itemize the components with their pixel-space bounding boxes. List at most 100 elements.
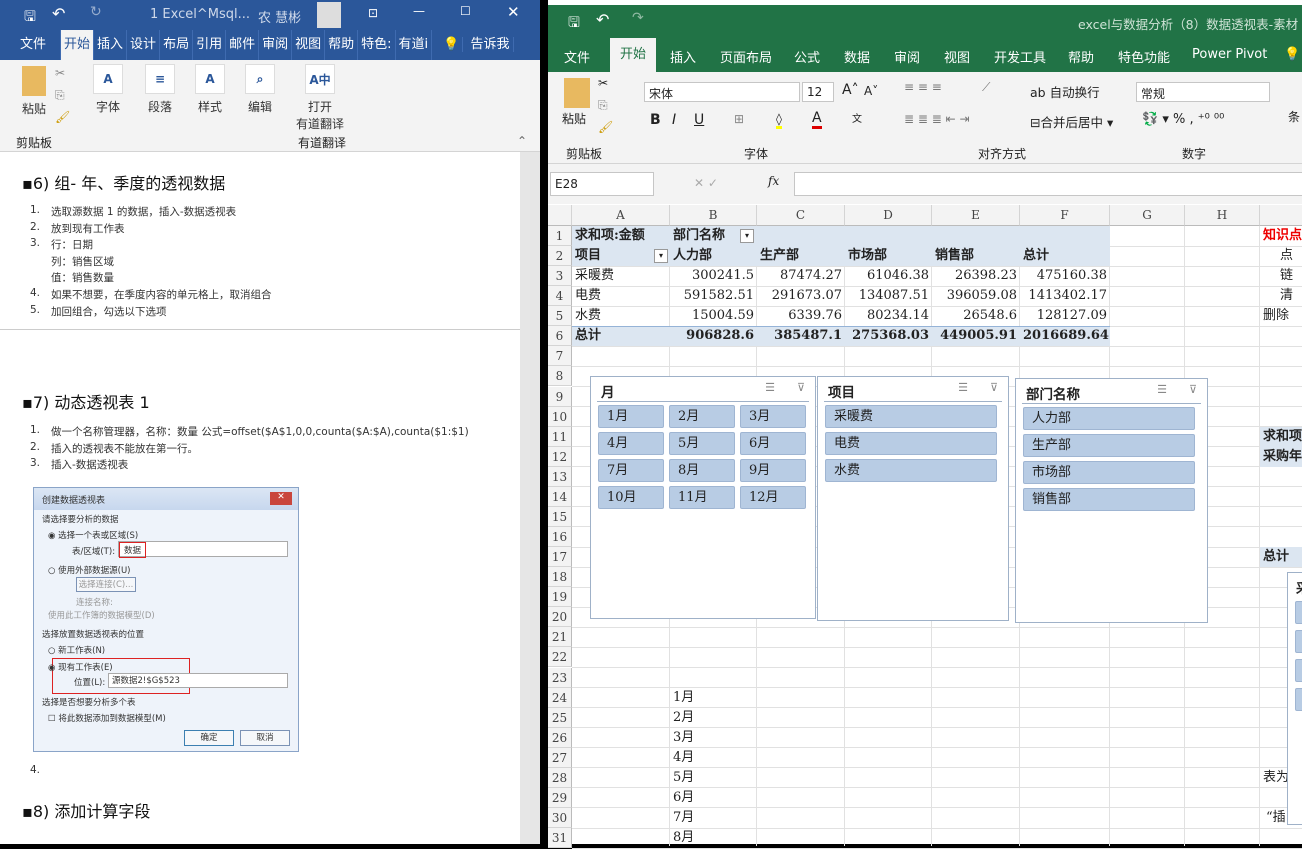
tab-insert[interactable]: 插入 (670, 47, 696, 66)
font-color-icon[interactable]: A (812, 110, 822, 129)
slicer-item[interactable]: 3月 (740, 405, 806, 428)
align-left-icon[interactable]: ≣ ≣ ≣ ⇤ ⇥ (904, 112, 970, 126)
slicer-item[interactable]: 5月 (669, 432, 735, 455)
cut-icon[interactable]: ✂ (598, 76, 608, 90)
slicer-item[interactable]: 7月 (598, 459, 664, 482)
slicer-month[interactable]: 月 ☰ ⊽ 1月 2月 3月 4月 5月 6月 7月 8月 9月 10月 11月 12月 (590, 376, 816, 619)
row-header[interactable]: 3 (548, 266, 572, 287)
slicer-item[interactable] (1295, 601, 1302, 624)
align-top-icon[interactable]: ≡ ≡ ≡ (904, 80, 942, 94)
month-cell[interactable]: 6月 (670, 788, 757, 808)
column-header[interactable]: C (757, 205, 845, 226)
tab-file[interactable]: 文件 (0, 30, 62, 60)
pivot-value-cell[interactable]: 396059.08 (932, 286, 1020, 306)
row-header[interactable]: 7 (548, 346, 572, 367)
slicer-item[interactable]: 销售部 (1023, 488, 1195, 511)
ribbon-display-icon[interactable]: ⊡ (368, 6, 378, 20)
pivot-value-cell[interactable]: 128127.09 (1020, 306, 1110, 326)
slicer-item[interactable]: 12月 (740, 486, 806, 509)
sidebar-note-cell[interactable]: 清 (1260, 286, 1302, 306)
pivot-value-label[interactable]: 求和项:金额 (572, 226, 670, 246)
row-header[interactable]: 2 (548, 246, 572, 267)
word-scrollbar[interactable] (520, 152, 540, 844)
slicer-partial[interactable]: 采 (1287, 572, 1302, 825)
tab-references[interactable]: 引用 (193, 30, 227, 60)
sidebar-note-cell[interactable]: 点 (1260, 246, 1302, 266)
pivot-row-label[interactable]: 电费 (572, 286, 670, 306)
slicer-item[interactable]: 水费 (825, 459, 997, 482)
row-header[interactable]: 24 (548, 687, 572, 708)
sidebar-note-cell[interactable]: 知识点 (1260, 226, 1302, 246)
tab-page-layout[interactable]: 页面布局 (720, 47, 772, 66)
row-header[interactable]: 4 (548, 286, 572, 307)
row-header[interactable]: 26 (548, 727, 572, 748)
font-name-select[interactable]: 宋体 (644, 82, 800, 102)
slicer-item[interactable]: 人力部 (1023, 407, 1195, 430)
tab-review[interactable]: 审阅 (894, 47, 920, 66)
pivot-value-cell[interactable]: 61046.38 (845, 266, 932, 286)
column-header[interactable]: F (1020, 205, 1110, 226)
pivot-total-cell[interactable]: 275368.03 (845, 326, 932, 346)
slicer-item[interactable]: 6月 (740, 432, 806, 455)
slicer-item[interactable]: 9月 (740, 459, 806, 482)
slicer-item[interactable] (1295, 630, 1302, 653)
slicer-item[interactable] (1295, 659, 1302, 682)
multi-select-icon[interactable]: ☰ (765, 381, 775, 394)
number-format-select[interactable]: 常规 (1136, 82, 1270, 102)
pivot-value-cell[interactable]: 15004.59 (670, 306, 757, 326)
clear-filter-icon[interactable]: ⊽ (797, 381, 805, 394)
slicer-item[interactable]: 11月 (669, 486, 735, 509)
month-cell[interactable]: 8月 (670, 828, 757, 848)
number-format-icons[interactable]: 💱 ▾ % , ⁺⁰ ⁰⁰ (1142, 112, 1224, 127)
sidebar-note-cell[interactable]: 求和项 (1260, 426, 1302, 447)
row-header[interactable]: 22 (548, 647, 572, 668)
styles-button[interactable]: A 样式 (190, 64, 230, 115)
column-header[interactable]: A (572, 205, 670, 226)
row-header[interactable]: 13 (548, 466, 572, 487)
row-header[interactable]: 11 (548, 426, 572, 447)
paste-button[interactable]: 粘贴 (562, 110, 586, 127)
font-button[interactable]: A 字体 (88, 64, 128, 115)
month-cell[interactable]: 2月 (670, 708, 757, 728)
tell-me[interactable]: 💡 告诉我 (432, 30, 516, 60)
sidebar-note-cell[interactable]: 删除 (1260, 306, 1302, 326)
tab-file[interactable]: 文件 (564, 47, 590, 66)
decrease-font-icon[interactable]: A˅ (864, 84, 878, 98)
row-header[interactable]: 29 (548, 787, 572, 808)
row-header[interactable]: 14 (548, 486, 572, 507)
row-header[interactable]: 20 (548, 607, 572, 628)
row-header[interactable]: 1 (548, 226, 572, 246)
row-header[interactable]: 6 (548, 326, 572, 347)
sidebar-note-cell[interactable]: 采购年 (1260, 446, 1302, 467)
increase-font-icon[interactable]: A˄ (842, 82, 859, 98)
phonetic-icon[interactable]: 文 (852, 110, 862, 125)
editing-button[interactable]: ⌕ 编辑 (240, 64, 280, 115)
month-cell[interactable]: 4月 (670, 748, 757, 768)
clear-filter-icon[interactable]: ⊽ (1189, 383, 1197, 396)
tab-mailings[interactable]: 邮件 (226, 30, 260, 60)
month-cell[interactable]: 1月 (670, 688, 757, 708)
month-cell[interactable]: 7月 (670, 808, 757, 828)
tab-layout[interactable]: 布局 (160, 30, 194, 60)
collapse-ribbon-icon[interactable]: ⌃ (517, 134, 527, 148)
slicer-item[interactable] (1295, 688, 1302, 711)
slicer-item[interactable]: 采暖费 (825, 405, 997, 428)
tab-features[interactable]: 特色: (358, 30, 396, 60)
slicer-item[interactable]: 8月 (669, 459, 735, 482)
tab-special[interactable]: 特色功能 (1118, 47, 1170, 66)
row-header[interactable]: 8 (548, 366, 572, 387)
formula-input[interactable] (794, 172, 1302, 196)
row-header[interactable]: 31 (548, 828, 572, 849)
cut-icon[interactable]: ✂ (55, 66, 65, 80)
bold-icon[interactable]: B (650, 112, 661, 128)
slicer-item[interactable]: 10月 (598, 486, 664, 509)
pivot-value-cell[interactable]: 300241.5 (670, 266, 757, 286)
border-icon[interactable]: ⊞ (734, 112, 744, 126)
copy-icon[interactable]: ⎘ (598, 98, 608, 113)
pivot-value-cell[interactable]: 475160.38 (1020, 266, 1110, 286)
month-cell[interactable]: 3月 (670, 728, 757, 748)
row-header[interactable]: 25 (548, 707, 572, 728)
slicer-item[interactable]: 生产部 (1023, 434, 1195, 457)
tab-power-pivot[interactable]: Power Pivot (1192, 47, 1267, 62)
copy-icon[interactable]: ⎘ (55, 88, 65, 103)
